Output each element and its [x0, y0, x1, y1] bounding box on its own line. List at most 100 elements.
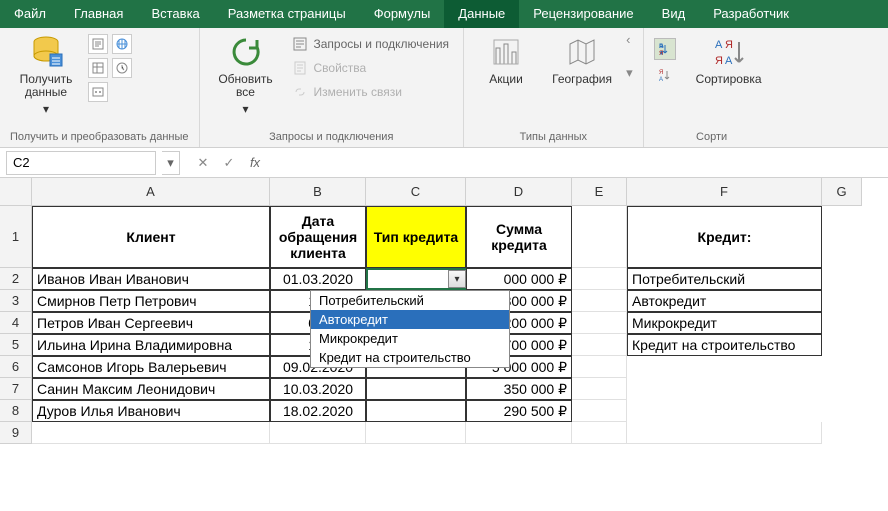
cell-date-7[interactable]: 18.02.2020: [270, 400, 366, 422]
cell-credit-2[interactable]: Автокредит: [627, 290, 822, 312]
cell-empty-9-4[interactable]: [572, 422, 627, 444]
refresh-icon: [228, 34, 264, 70]
get-data-button[interactable]: Получить данные ▾: [10, 32, 82, 116]
cell-E8[interactable]: [572, 400, 627, 422]
dropdown-option-3[interactable]: Кредит на строительство: [311, 348, 509, 367]
chevron-left-icon[interactable]: ‹: [626, 32, 633, 47]
row-header-6[interactable]: 6: [0, 356, 32, 378]
cell-empty-9-3[interactable]: [466, 422, 572, 444]
menu-tab-6[interactable]: Рецензирование: [519, 0, 647, 28]
cell-client-6[interactable]: Санин Максим Леонидович: [32, 378, 270, 400]
cell-type-6[interactable]: [366, 378, 466, 400]
menu-tab-8[interactable]: Разработчик: [699, 0, 803, 28]
chevron-down-icon[interactable]: ▾: [626, 65, 633, 81]
column-header-A[interactable]: A: [32, 178, 270, 206]
stocks-button[interactable]: Акции: [474, 32, 538, 86]
geography-label: География: [552, 73, 612, 86]
dropdown-icon: ▾: [43, 102, 49, 116]
row-header-5[interactable]: 5: [0, 334, 32, 356]
cell-date-1[interactable]: 01.03.2020: [270, 268, 366, 290]
header-date[interactable]: Дата обращения клиента: [270, 206, 366, 268]
cell-sum-1[interactable]: 000 000 ₽: [466, 268, 572, 290]
row-header-9[interactable]: 9: [0, 422, 32, 444]
header-sum[interactable]: Сумма кредита: [466, 206, 572, 268]
select-all-corner[interactable]: [0, 178, 32, 206]
name-box-dropdown[interactable]: ▾: [162, 151, 180, 175]
cell-E1[interactable]: [572, 206, 627, 268]
sort-dialog-button[interactable]: АЯЯА Сортировка: [688, 32, 770, 86]
queries-label: Запросы и подключения: [314, 37, 450, 51]
cell-credit-4[interactable]: Кредит на строительство: [627, 334, 822, 356]
row-header-2[interactable]: 2: [0, 268, 32, 290]
column-header-C[interactable]: C: [366, 178, 466, 206]
cancel-formula-button[interactable]: ✕: [190, 151, 216, 175]
cell-E3[interactable]: [572, 290, 627, 312]
row-header-8[interactable]: 8: [0, 400, 32, 422]
svg-text:Я: Я: [725, 39, 733, 51]
column-header-G[interactable]: G: [822, 178, 862, 206]
header-type[interactable]: Тип кредита: [366, 206, 466, 268]
cell-empty-9-0[interactable]: [32, 422, 270, 444]
cell-E6[interactable]: [572, 356, 627, 378]
cell-date-6[interactable]: 10.03.2020: [270, 378, 366, 400]
data-validation-dropdown-button[interactable]: ▾: [448, 270, 466, 288]
svg-text:А: А: [659, 44, 663, 50]
menu-tab-5[interactable]: Данные: [444, 0, 519, 28]
group-label-get: Получить и преобразовать данные: [10, 129, 189, 147]
svg-text:Я: Я: [659, 70, 663, 76]
menu-tab-4[interactable]: Формулы: [360, 0, 445, 28]
column-header-F[interactable]: F: [627, 178, 822, 206]
formula-input[interactable]: [268, 151, 888, 175]
menu-tab-0[interactable]: Файл: [0, 0, 60, 28]
header-client[interactable]: Клиент: [32, 206, 270, 268]
cell-E5[interactable]: [572, 334, 627, 356]
cell-E4[interactable]: [572, 312, 627, 334]
cell-client-5[interactable]: Самсонов Игорь Валерьевич: [32, 356, 270, 378]
sort-desc-button[interactable]: ЯА: [654, 64, 676, 86]
menu-tab-3[interactable]: Разметка страницы: [214, 0, 360, 28]
cell-sum-6[interactable]: 350 000 ₽: [466, 378, 572, 400]
from-web-button[interactable]: [112, 34, 132, 54]
insert-function-button[interactable]: fx: [242, 151, 268, 175]
cell-client-3[interactable]: Петров Иван Сергеевич: [32, 312, 270, 334]
queries-connections-button[interactable]: Запросы и подключения: [288, 34, 454, 54]
cell-client-4[interactable]: Ильина Ирина Владимировна: [32, 334, 270, 356]
column-header-D[interactable]: D: [466, 178, 572, 206]
column-header-B[interactable]: B: [270, 178, 366, 206]
cell-E7[interactable]: [572, 378, 627, 400]
sort-asc-button[interactable]: АЯ: [654, 38, 676, 60]
cell-empty-9-2[interactable]: [366, 422, 466, 444]
name-box[interactable]: [6, 151, 156, 175]
recent-sources-button[interactable]: [112, 58, 132, 78]
from-table-button[interactable]: [88, 58, 108, 78]
cell-empty-9-1[interactable]: [270, 422, 366, 444]
row-header-7[interactable]: 7: [0, 378, 32, 400]
header-credit[interactable]: Кредит:: [627, 206, 822, 268]
geography-button[interactable]: География: [544, 32, 620, 86]
dropdown-option-2[interactable]: Микрокредит: [311, 329, 509, 348]
existing-connections-button[interactable]: [88, 82, 108, 102]
cell-client-7[interactable]: Дуров Илья Иванович: [32, 400, 270, 422]
cell-sum-7[interactable]: 290 500 ₽: [466, 400, 572, 422]
cell-credit-3[interactable]: Микрокредит: [627, 312, 822, 334]
row-header-3[interactable]: 3: [0, 290, 32, 312]
cell-client-2[interactable]: Смирнов Петр Петрович: [32, 290, 270, 312]
refresh-all-button[interactable]: Обновить все ▾: [210, 32, 282, 116]
menu-tab-7[interactable]: Вид: [648, 0, 700, 28]
enter-formula-button[interactable]: ✓: [216, 151, 242, 175]
dropdown-option-1[interactable]: Автокредит: [311, 310, 509, 329]
dropdown-option-0[interactable]: Потребительский: [311, 291, 509, 310]
cell-E2[interactable]: [572, 268, 627, 290]
cell-empty-9-5[interactable]: [627, 422, 822, 444]
cell-credit-1[interactable]: Потребительский: [627, 268, 822, 290]
row-header-4[interactable]: 4: [0, 312, 32, 334]
cell-type-7[interactable]: [366, 400, 466, 422]
from-text-button[interactable]: [88, 34, 108, 54]
cell-client-1[interactable]: Иванов Иван Иванович: [32, 268, 270, 290]
row-header-1[interactable]: 1: [0, 206, 32, 268]
menu-tab-2[interactable]: Вставка: [137, 0, 213, 28]
menu-bar: ФайлГлавнаяВставкаРазметка страницыФорму…: [0, 0, 888, 28]
stocks-icon: [488, 34, 524, 70]
menu-tab-1[interactable]: Главная: [60, 0, 137, 28]
column-header-E[interactable]: E: [572, 178, 627, 206]
